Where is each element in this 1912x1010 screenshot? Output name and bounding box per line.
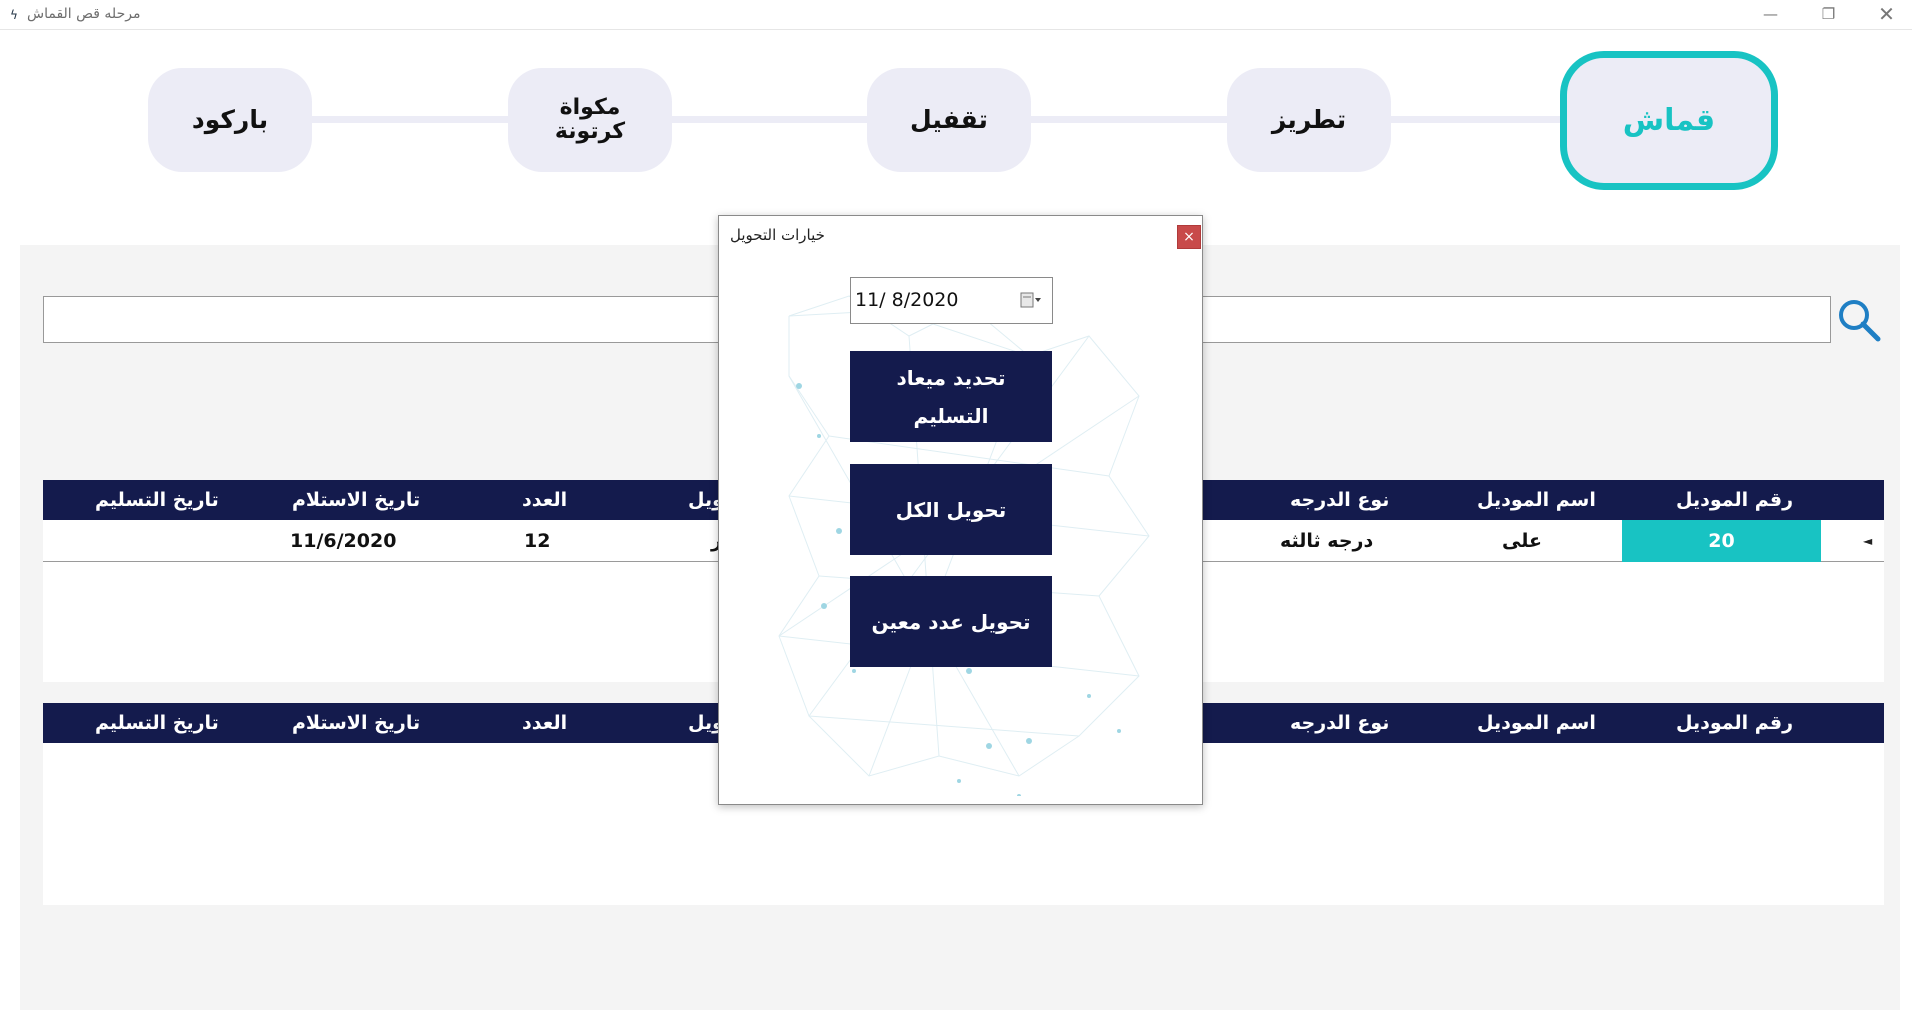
cell-count[interactable]: 12	[524, 520, 550, 562]
set-delivery-date-button[interactable]: تحديد ميعاد التسليم	[850, 351, 1052, 442]
app-icon: ϟ	[10, 8, 18, 22]
dialog-title: خيارات التحويل	[730, 226, 825, 244]
delivery-date-picker[interactable]: 11/ 8/2020	[850, 277, 1053, 324]
window-title: مرحله قص القماش	[27, 6, 141, 22]
row-selector-icon: ◄	[1863, 534, 1873, 548]
col-model-no[interactable]: رقم الموديل	[1676, 480, 1793, 520]
date-value: 11/ 8/2020	[855, 289, 959, 311]
set-delivery-date-label: تحديد ميعاد التسليم	[896, 365, 1006, 428]
col-received-date[interactable]: تاريخ الاستلام	[292, 703, 420, 743]
cell-model-name[interactable]: على	[1502, 520, 1542, 562]
dialog-close-button[interactable]: ×	[1177, 225, 1201, 249]
restore-button[interactable]: ❐	[1800, 0, 1857, 30]
col-delivery-date[interactable]: تاريخ التسليم	[95, 703, 219, 743]
step-fabric[interactable]: قماش	[1560, 51, 1778, 190]
cell-received-date[interactable]: 11/6/2020	[290, 520, 396, 562]
col-delivery-date[interactable]: تاريخ التسليم	[95, 480, 219, 520]
cell-grade[interactable]: درجه ثالثه	[1280, 520, 1373, 562]
transfer-count-button[interactable]: تحويل عدد معين	[850, 576, 1052, 667]
step-barcode[interactable]: باركود	[148, 68, 312, 172]
col-model-name[interactable]: اسم الموديل	[1477, 703, 1596, 743]
step-ironing-label: مكواة كرتونة	[554, 95, 626, 144]
calendar-dropdown-icon[interactable]	[1020, 291, 1042, 309]
col-grade[interactable]: نوع الدرجه	[1290, 703, 1389, 743]
cell-model-no[interactable]: 20	[1622, 520, 1821, 562]
step-embroidery[interactable]: تطريز	[1227, 68, 1391, 172]
step-ironing-carton[interactable]: مكواة كرتونة	[508, 68, 672, 172]
transfer-options-dialog: خيارات التحويل × 11/ 8/2020 تحديد ميعاد …	[718, 215, 1203, 805]
col-grade[interactable]: نوع الدرجه	[1290, 480, 1389, 520]
search-icon[interactable]	[1836, 297, 1882, 343]
minimize-button[interactable]: —	[1742, 0, 1799, 30]
col-model-no[interactable]: رقم الموديل	[1676, 703, 1793, 743]
col-count[interactable]: العدد	[522, 703, 567, 743]
step-closing[interactable]: تقفيل	[867, 68, 1031, 172]
col-received-date[interactable]: تاريخ الاستلام	[292, 480, 420, 520]
col-count[interactable]: العدد	[522, 480, 567, 520]
col-model-name[interactable]: اسم الموديل	[1477, 480, 1596, 520]
transfer-all-button[interactable]: تحويل الكل	[850, 464, 1052, 555]
close-window-button[interactable]: ✕	[1858, 0, 1912, 30]
title-bar: ϟ مرحله قص القماش — ❐ ✕	[0, 0, 1912, 30]
